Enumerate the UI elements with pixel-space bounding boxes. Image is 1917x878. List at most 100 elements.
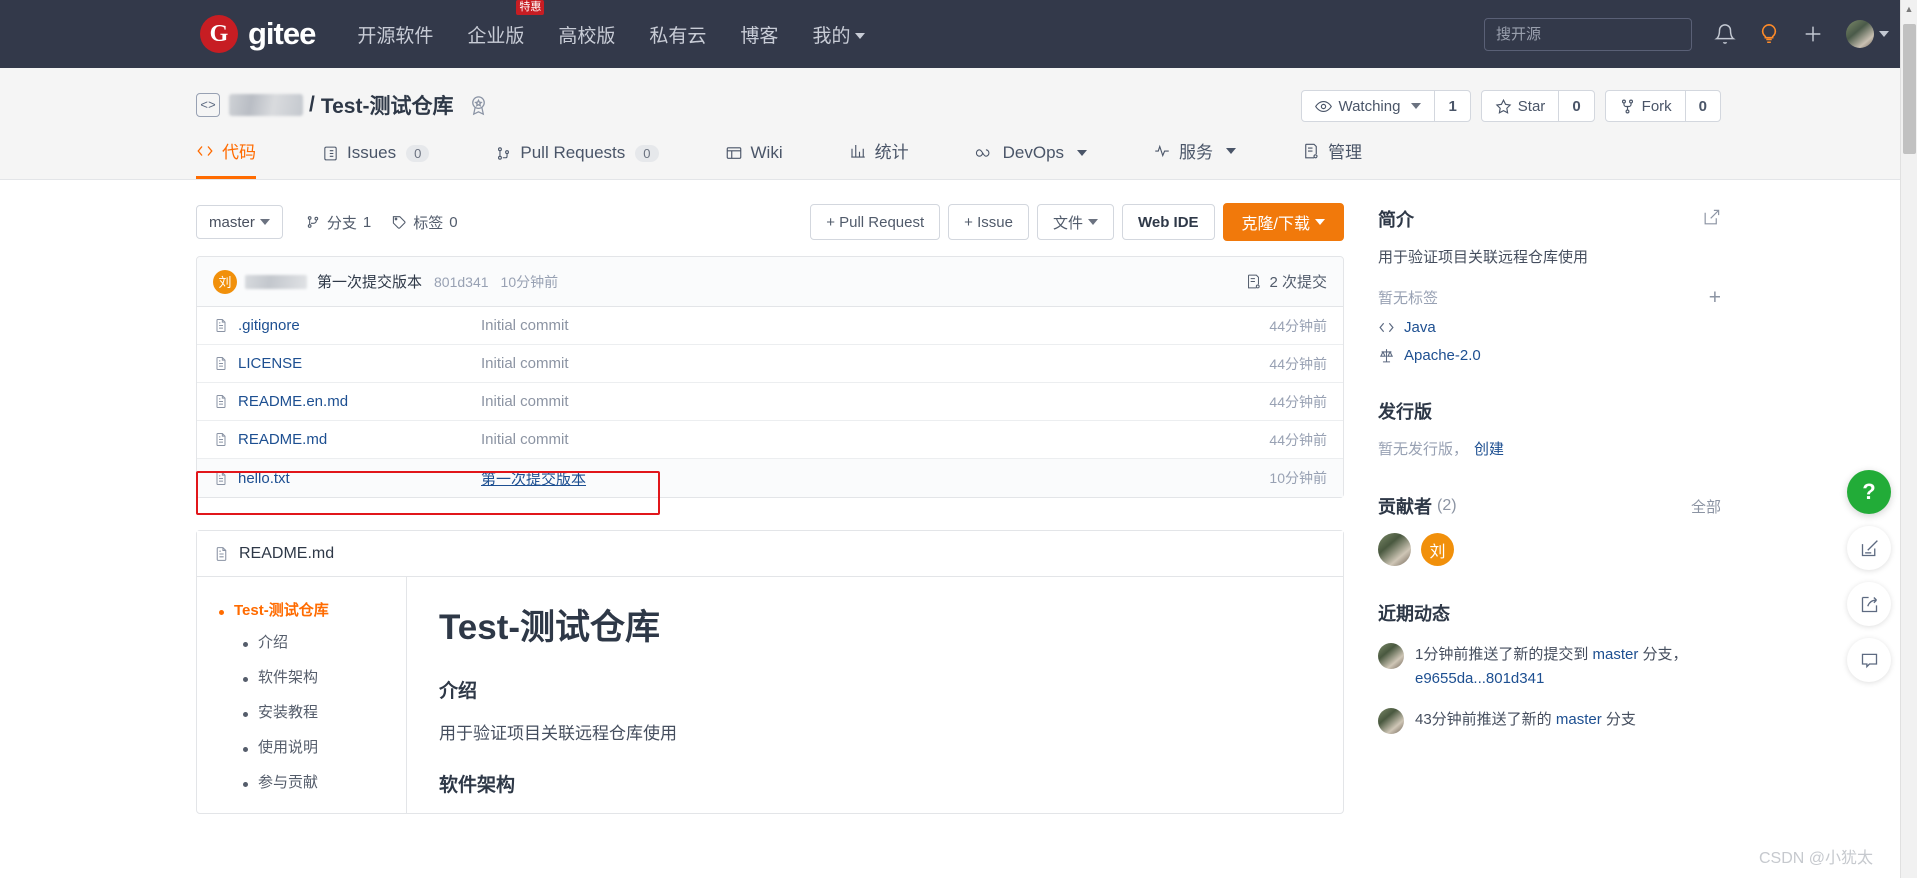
commit-sha[interactable]: 801d341 xyxy=(434,274,489,290)
clone-download-button[interactable]: 克隆/下载 xyxy=(1222,203,1344,241)
file-commit-message: Initial commit xyxy=(481,431,569,448)
table-row[interactable]: README.md Initial commit 44分钟前 xyxy=(197,421,1343,459)
toc-item[interactable]: 安装教程 xyxy=(197,694,406,729)
main-column: master 分支 1 标签 0 + Pull Request + Issue xyxy=(196,202,1344,814)
star-button-group[interactable]: Star 0 xyxy=(1480,90,1595,122)
toc-item[interactable]: 使用说明 xyxy=(197,729,406,764)
toc-item[interactable]: Test-测试仓库 xyxy=(197,595,406,624)
scrollbar-thumb[interactable] xyxy=(1903,24,1916,154)
fork-button-group[interactable]: Fork 0 xyxy=(1604,90,1721,122)
floating-action-buttons: ? xyxy=(1847,470,1891,682)
activity-branch-link[interactable]: master xyxy=(1556,711,1602,728)
table-row[interactable]: .gitignore Initial commit 44分钟前 xyxy=(197,307,1343,345)
avatar[interactable] xyxy=(1378,643,1404,670)
nav-link-blog[interactable]: 博客 xyxy=(738,17,780,52)
create-release-link[interactable]: 创建 xyxy=(1474,438,1504,459)
star-button[interactable]: Star xyxy=(1482,91,1559,121)
activity-sha-link[interactable]: e9655da...801d341 xyxy=(1415,670,1544,687)
tab-devops[interactable]: DevOps xyxy=(975,143,1088,179)
toc-item[interactable]: 参与贡献 xyxy=(197,764,406,799)
tab-statistics[interactable]: 统计 xyxy=(849,138,909,179)
table-row[interactable]: LICENSE Initial commit 44分钟前 xyxy=(197,345,1343,383)
tab-code[interactable]: 代码 xyxy=(196,138,256,179)
branches-link[interactable]: 分支 1 xyxy=(305,212,371,233)
feedback-button[interactable] xyxy=(1847,526,1891,570)
tags-link[interactable]: 标签 0 xyxy=(391,212,458,233)
file-menu-button[interactable]: 文件 xyxy=(1036,204,1114,240)
edit-intro-icon[interactable] xyxy=(1702,208,1721,231)
section-title-label: 发行版 xyxy=(1378,402,1432,423)
repo-name[interactable]: Test-测试仓库 xyxy=(321,90,454,120)
plus-icon[interactable] xyxy=(1802,23,1824,45)
tab-manage[interactable]: 管理 xyxy=(1302,138,1362,179)
tab-pull-requests[interactable]: Pull Requests 0 xyxy=(495,143,659,179)
share-button[interactable] xyxy=(1847,582,1891,626)
file-icon xyxy=(213,355,229,372)
file-name-cell[interactable]: README.en.md xyxy=(213,393,481,410)
avatar[interactable] xyxy=(1378,533,1411,567)
file-name-cell[interactable]: LICENSE xyxy=(213,355,481,372)
activity-text-before: 43分钟前推送了新的 xyxy=(1415,711,1556,729)
toc-item[interactable]: 软件架构 xyxy=(197,659,406,694)
bell-icon[interactable] xyxy=(1714,23,1736,45)
tab-label: Wiki xyxy=(750,143,783,162)
watch-button-group[interactable]: Watching 1 xyxy=(1301,90,1471,122)
toc-label: 使用说明 xyxy=(258,739,319,756)
file-commit-message-link[interactable]: 第一次提交版本 xyxy=(481,471,586,488)
gitee-logo[interactable]: G gitee xyxy=(200,15,316,53)
file-name-cell[interactable]: README.md xyxy=(213,431,481,448)
page-scrollbar[interactable]: ▲ xyxy=(1900,0,1917,878)
file-name-cell[interactable]: .gitignore xyxy=(213,317,481,334)
tab-issues[interactable]: Issues 0 xyxy=(322,143,430,179)
scroll-up-arrow[interactable]: ▲ xyxy=(1901,0,1917,17)
lightbulb-icon[interactable] xyxy=(1758,23,1780,45)
commit-message[interactable]: 第一次提交版本 xyxy=(317,271,422,292)
web-ide-button[interactable]: Web IDE xyxy=(1121,204,1215,240)
avatar[interactable]: 刘 xyxy=(1421,533,1454,567)
commit-history-link[interactable]: 2 次提交 xyxy=(1245,271,1327,292)
readme-toc: Test-测试仓库 介绍 软件架构 安装教程 使用说明 参与贡献 xyxy=(197,577,407,813)
manage-icon xyxy=(1305,143,1318,158)
fork-button[interactable]: Fork xyxy=(1606,91,1685,121)
nav-label: 开源软件 xyxy=(357,25,434,47)
activity-text: 1分钟前推送了新的提交到 master 分支， e9655da...801d341 xyxy=(1415,643,1721,691)
repo-toolbar: master 分支 1 标签 0 + Pull Request + Issue xyxy=(196,202,1344,242)
readme-header: README.md xyxy=(197,531,1343,577)
tab-label: 服务 xyxy=(1179,143,1214,162)
help-button[interactable]: ? xyxy=(1847,470,1891,514)
list-item: 43分钟前推送了新的 master 分支 xyxy=(1378,708,1721,735)
chart-icon xyxy=(850,144,865,158)
nav-link-mine[interactable]: 我的 xyxy=(810,17,867,52)
tab-services[interactable]: 服务 xyxy=(1153,138,1237,179)
repo-owner-redacted[interactable] xyxy=(229,94,303,116)
new-pull-request-button[interactable]: + Pull Request xyxy=(810,204,941,240)
avatar[interactable] xyxy=(1378,708,1404,735)
tab-wiki[interactable]: Wiki xyxy=(725,143,783,179)
add-tag-icon[interactable]: + xyxy=(1709,287,1721,308)
watch-count[interactable]: 1 xyxy=(1434,91,1469,121)
table-row[interactable]: hello.txt 第一次提交版本 10分钟前 xyxy=(197,459,1343,497)
watch-button[interactable]: Watching xyxy=(1302,91,1434,121)
comment-button[interactable] xyxy=(1847,638,1891,682)
fork-count[interactable]: 0 xyxy=(1684,91,1720,121)
star-count[interactable]: 0 xyxy=(1558,91,1593,121)
contributors-title: 贡献者 (2) 全部 xyxy=(1378,493,1721,519)
contributors-all-link[interactable]: 全部 xyxy=(1691,496,1721,517)
nav-link-opensource[interactable]: 开源软件 xyxy=(355,17,435,52)
table-row[interactable]: README.en.md Initial commit 44分钟前 xyxy=(197,383,1343,421)
search-input[interactable] xyxy=(1484,17,1692,51)
repo-title-row: <> / Test-测试仓库 Watching 1 Star 0 Fork 0 xyxy=(196,68,1721,138)
nav-link-privatecloud[interactable]: 私有云 xyxy=(647,17,708,52)
sidebar-language[interactable]: Java xyxy=(1378,319,1721,336)
file-name-cell[interactable]: hello.txt xyxy=(213,470,481,487)
watermark: CSDN @小犹太 xyxy=(1758,850,1873,867)
nav-link-enterprise[interactable]: 企业版 特惠 xyxy=(465,0,545,52)
new-issue-button[interactable]: + Issue xyxy=(948,204,1029,240)
gitee-logo-text: gitee xyxy=(248,16,316,51)
nav-link-university[interactable]: 高校版 xyxy=(556,17,617,52)
activity-branch-link[interactable]: master xyxy=(1593,646,1639,663)
toc-item[interactable]: 介绍 xyxy=(197,624,406,659)
sidebar-license[interactable]: Apache-2.0 xyxy=(1378,347,1721,364)
branch-selector[interactable]: master xyxy=(196,205,283,239)
user-avatar-menu[interactable] xyxy=(1846,20,1889,48)
